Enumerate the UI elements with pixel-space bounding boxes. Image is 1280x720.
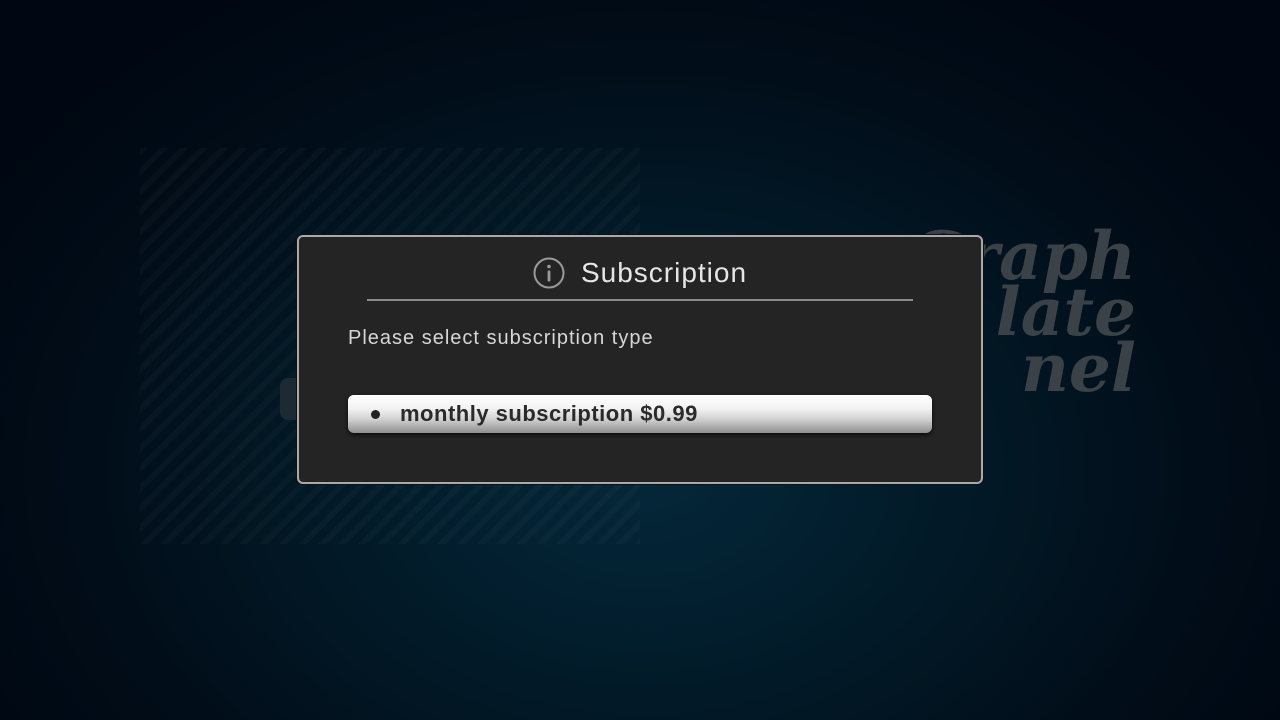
dialog-title: Subscription <box>580 257 748 288</box>
dialog-message: Please select subscription type <box>348 327 654 349</box>
option-label: monthly subscription $0.99 <box>400 401 698 426</box>
subscription-dialog: Subscription Please select subscription … <box>297 235 983 484</box>
monthly-subscription-button[interactable]: monthly subscription $0.99 <box>348 395 932 433</box>
bullet-icon <box>371 409 380 419</box>
dialog-header: Subscription <box>367 253 913 301</box>
info-icon <box>533 257 565 289</box>
